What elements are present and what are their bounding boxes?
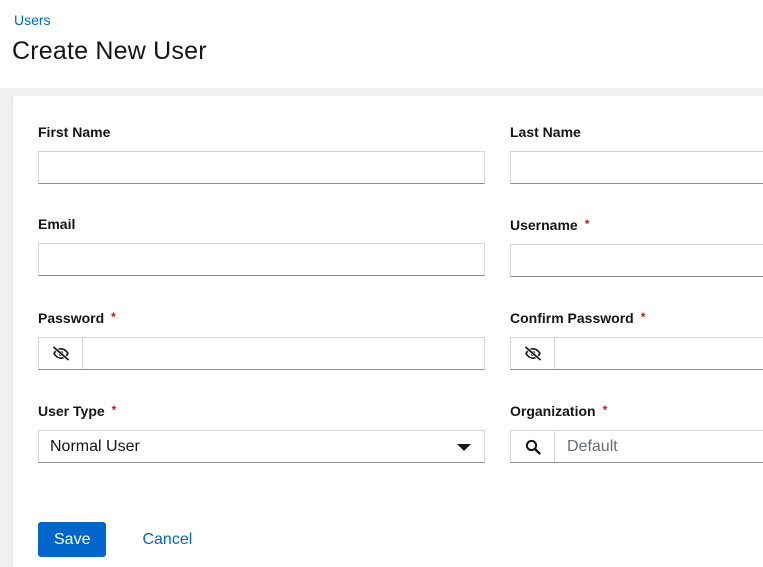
last-name-field-group: Last Name [510, 122, 763, 184]
user-type-label: User Type * [38, 400, 485, 421]
organization-label: Organization * [510, 400, 763, 421]
email-field-group: Email [38, 214, 485, 277]
username-label-text: Username [510, 217, 578, 233]
password-input-group [38, 337, 485, 370]
first-name-field-group: First Name [38, 122, 485, 184]
confirm-password-input[interactable] [555, 338, 763, 369]
organization-lookup-button[interactable] [511, 431, 555, 462]
required-indicator: * [111, 310, 116, 324]
save-button[interactable]: Save [38, 522, 107, 557]
eye-slash-icon [52, 346, 70, 361]
confirm-password-label-text: Confirm Password [510, 310, 634, 326]
email-label: Email [38, 214, 485, 234]
page-title: Create New User [12, 37, 207, 65]
organization-input-group [510, 430, 763, 463]
confirm-password-field-group: Confirm Password * [510, 307, 763, 370]
confirm-password-input-group [510, 337, 763, 370]
password-visibility-toggle-button[interactable] [39, 338, 83, 369]
username-input[interactable] [510, 244, 763, 277]
password-field-group: Password * [38, 307, 485, 370]
form-actions: Save Cancel [38, 522, 763, 557]
email-input[interactable] [38, 243, 485, 276]
password-label: Password * [38, 307, 485, 328]
user-type-selected-value: Normal User [50, 438, 140, 455]
user-type-label-text: User Type [38, 403, 105, 419]
breadcrumb-link-users[interactable]: Users [14, 12, 51, 28]
required-indicator: * [111, 403, 117, 417]
required-indicator: * [640, 310, 646, 324]
email-label-text: Email [38, 216, 76, 232]
user-type-field-group: User Type * Normal User [38, 400, 485, 463]
search-icon [525, 439, 541, 455]
first-name-label: First Name [38, 122, 485, 142]
first-name-input[interactable] [38, 151, 485, 184]
username-field-group: Username * [510, 214, 763, 277]
organization-input[interactable] [555, 431, 763, 462]
required-indicator: * [602, 403, 608, 417]
form-grid: First Name Last Name Email Username * Pas… [38, 122, 763, 493]
cancel-link[interactable]: Cancel [142, 531, 192, 549]
page-header: Users Create New User [0, 0, 763, 88]
password-label-text: Password [38, 310, 105, 326]
eye-slash-icon [524, 346, 542, 361]
last-name-label-text: Last Name [510, 124, 581, 140]
first-name-label-text: First Name [38, 124, 111, 140]
create-user-form-card: First Name Last Name Email Username * Pas… [13, 96, 763, 567]
confirm-password-label: Confirm Password * [510, 307, 763, 328]
username-label: Username * [510, 214, 763, 235]
last-name-input[interactable] [510, 151, 763, 184]
last-name-label: Last Name [510, 122, 763, 142]
required-indicator: * [584, 217, 590, 231]
caret-down-icon [457, 444, 471, 451]
user-type-select[interactable]: Normal User [38, 430, 485, 463]
organization-label-text: Organization [510, 403, 596, 419]
breadcrumb: Users [14, 12, 763, 30]
organization-field-group: Organization * [510, 400, 763, 463]
confirm-password-visibility-toggle-button[interactable] [511, 338, 555, 369]
password-input[interactable] [83, 338, 484, 369]
